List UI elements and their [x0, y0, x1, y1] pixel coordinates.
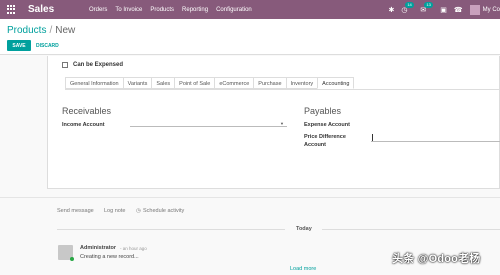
schedule-activity-button[interactable]: Schedule activity: [143, 208, 184, 214]
breadcrumb-current: New: [55, 25, 76, 36]
can-be-expensed-row: Can be Expensed: [62, 62, 123, 68]
apps-menu-icon[interactable]: [7, 5, 16, 14]
bug-icon[interactable]: ✱: [388, 6, 394, 14]
today-separator: Today: [296, 226, 312, 232]
app-name[interactable]: Sales: [28, 4, 78, 15]
activity-count-badge: 14: [405, 1, 414, 8]
tab-accounting[interactable]: Accounting: [317, 77, 355, 89]
text-cursor: [372, 134, 373, 141]
breadcrumb: Products / New: [7, 25, 75, 36]
tab-point-of-sale[interactable]: Point of Sale: [174, 77, 215, 89]
can-be-expensed-label: Can be Expensed: [73, 62, 124, 68]
send-message-button[interactable]: Send message: [57, 208, 94, 214]
price-difference-account-input[interactable]: [371, 135, 500, 142]
form-sheet: Can be Expensed General Information Vari…: [47, 56, 500, 189]
main-menu: Orders To Invoice Products Reporting Con…: [89, 7, 260, 13]
schedule-activity-icon[interactable]: ◷: [136, 208, 141, 214]
breadcrumb-separator: /: [49, 25, 53, 36]
message-count-badge: 13: [424, 1, 433, 8]
menu-to-invoice[interactable]: To Invoice: [115, 7, 142, 13]
phone-icon[interactable]: ☎: [454, 6, 463, 14]
discard-button[interactable]: DISCARD: [36, 40, 59, 51]
expense-account-label: Expense Account: [304, 122, 350, 128]
tab-ecommerce[interactable]: eCommerce: [214, 77, 254, 89]
user-menu[interactable]: My Co: [483, 7, 500, 13]
tab-sales[interactable]: Sales: [151, 77, 175, 89]
user-avatar[interactable]: [469, 4, 480, 15]
tab-variants[interactable]: Variants: [122, 77, 152, 89]
online-status-icon: [70, 257, 74, 261]
menu-reporting[interactable]: Reporting: [182, 7, 208, 13]
messages-icon[interactable]: ✉ 13: [420, 1, 433, 14]
income-account-label: Income Account: [62, 122, 105, 128]
top-navbar: Sales Orders To Invoice Products Reporti…: [0, 0, 500, 19]
chevron-down-icon[interactable]: ▼: [280, 121, 284, 126]
menu-products[interactable]: Products: [150, 7, 174, 13]
message-author[interactable]: Administrator: [80, 245, 116, 251]
log-note-button[interactable]: Log note: [104, 208, 125, 214]
message-body: Creating a new record...: [80, 254, 139, 260]
gift-icon[interactable]: ▣: [440, 6, 447, 14]
menu-orders[interactable]: Orders: [89, 7, 107, 13]
save-button[interactable]: SAVE: [7, 40, 31, 51]
activity-clock-icon[interactable]: ◷ 14: [401, 1, 414, 14]
control-panel: Products / New SAVE DISCARD: [0, 19, 500, 55]
watermark: 头条 @Odoo老杨: [392, 253, 481, 265]
income-account-select[interactable]: [130, 120, 287, 127]
payables-title: Payables: [304, 106, 342, 116]
divider-right: [322, 229, 500, 230]
divider-left: [57, 229, 285, 230]
receivables-title: Receivables: [62, 106, 112, 116]
tab-general-information[interactable]: General Information: [65, 77, 123, 89]
notebook-tabs: General Information Variants Sales Point…: [65, 77, 355, 89]
breadcrumb-products[interactable]: Products: [7, 25, 46, 36]
load-more-link[interactable]: Load more: [290, 266, 316, 272]
systray: ✱ ◷ 14 ✉ 13 ▣ ☎ My Co: [388, 0, 500, 19]
message-time: - an hour ago: [120, 245, 147, 251]
tab-divider: [65, 89, 500, 90]
menu-configuration[interactable]: Configuration: [216, 7, 252, 13]
tab-inventory[interactable]: Inventory: [285, 77, 318, 89]
price-difference-label-line1: Price Difference: [304, 134, 346, 140]
tab-purchase[interactable]: Purchase: [253, 77, 286, 89]
price-difference-label-line2: Account: [304, 142, 326, 148]
can-be-expensed-checkbox[interactable]: [62, 62, 68, 68]
